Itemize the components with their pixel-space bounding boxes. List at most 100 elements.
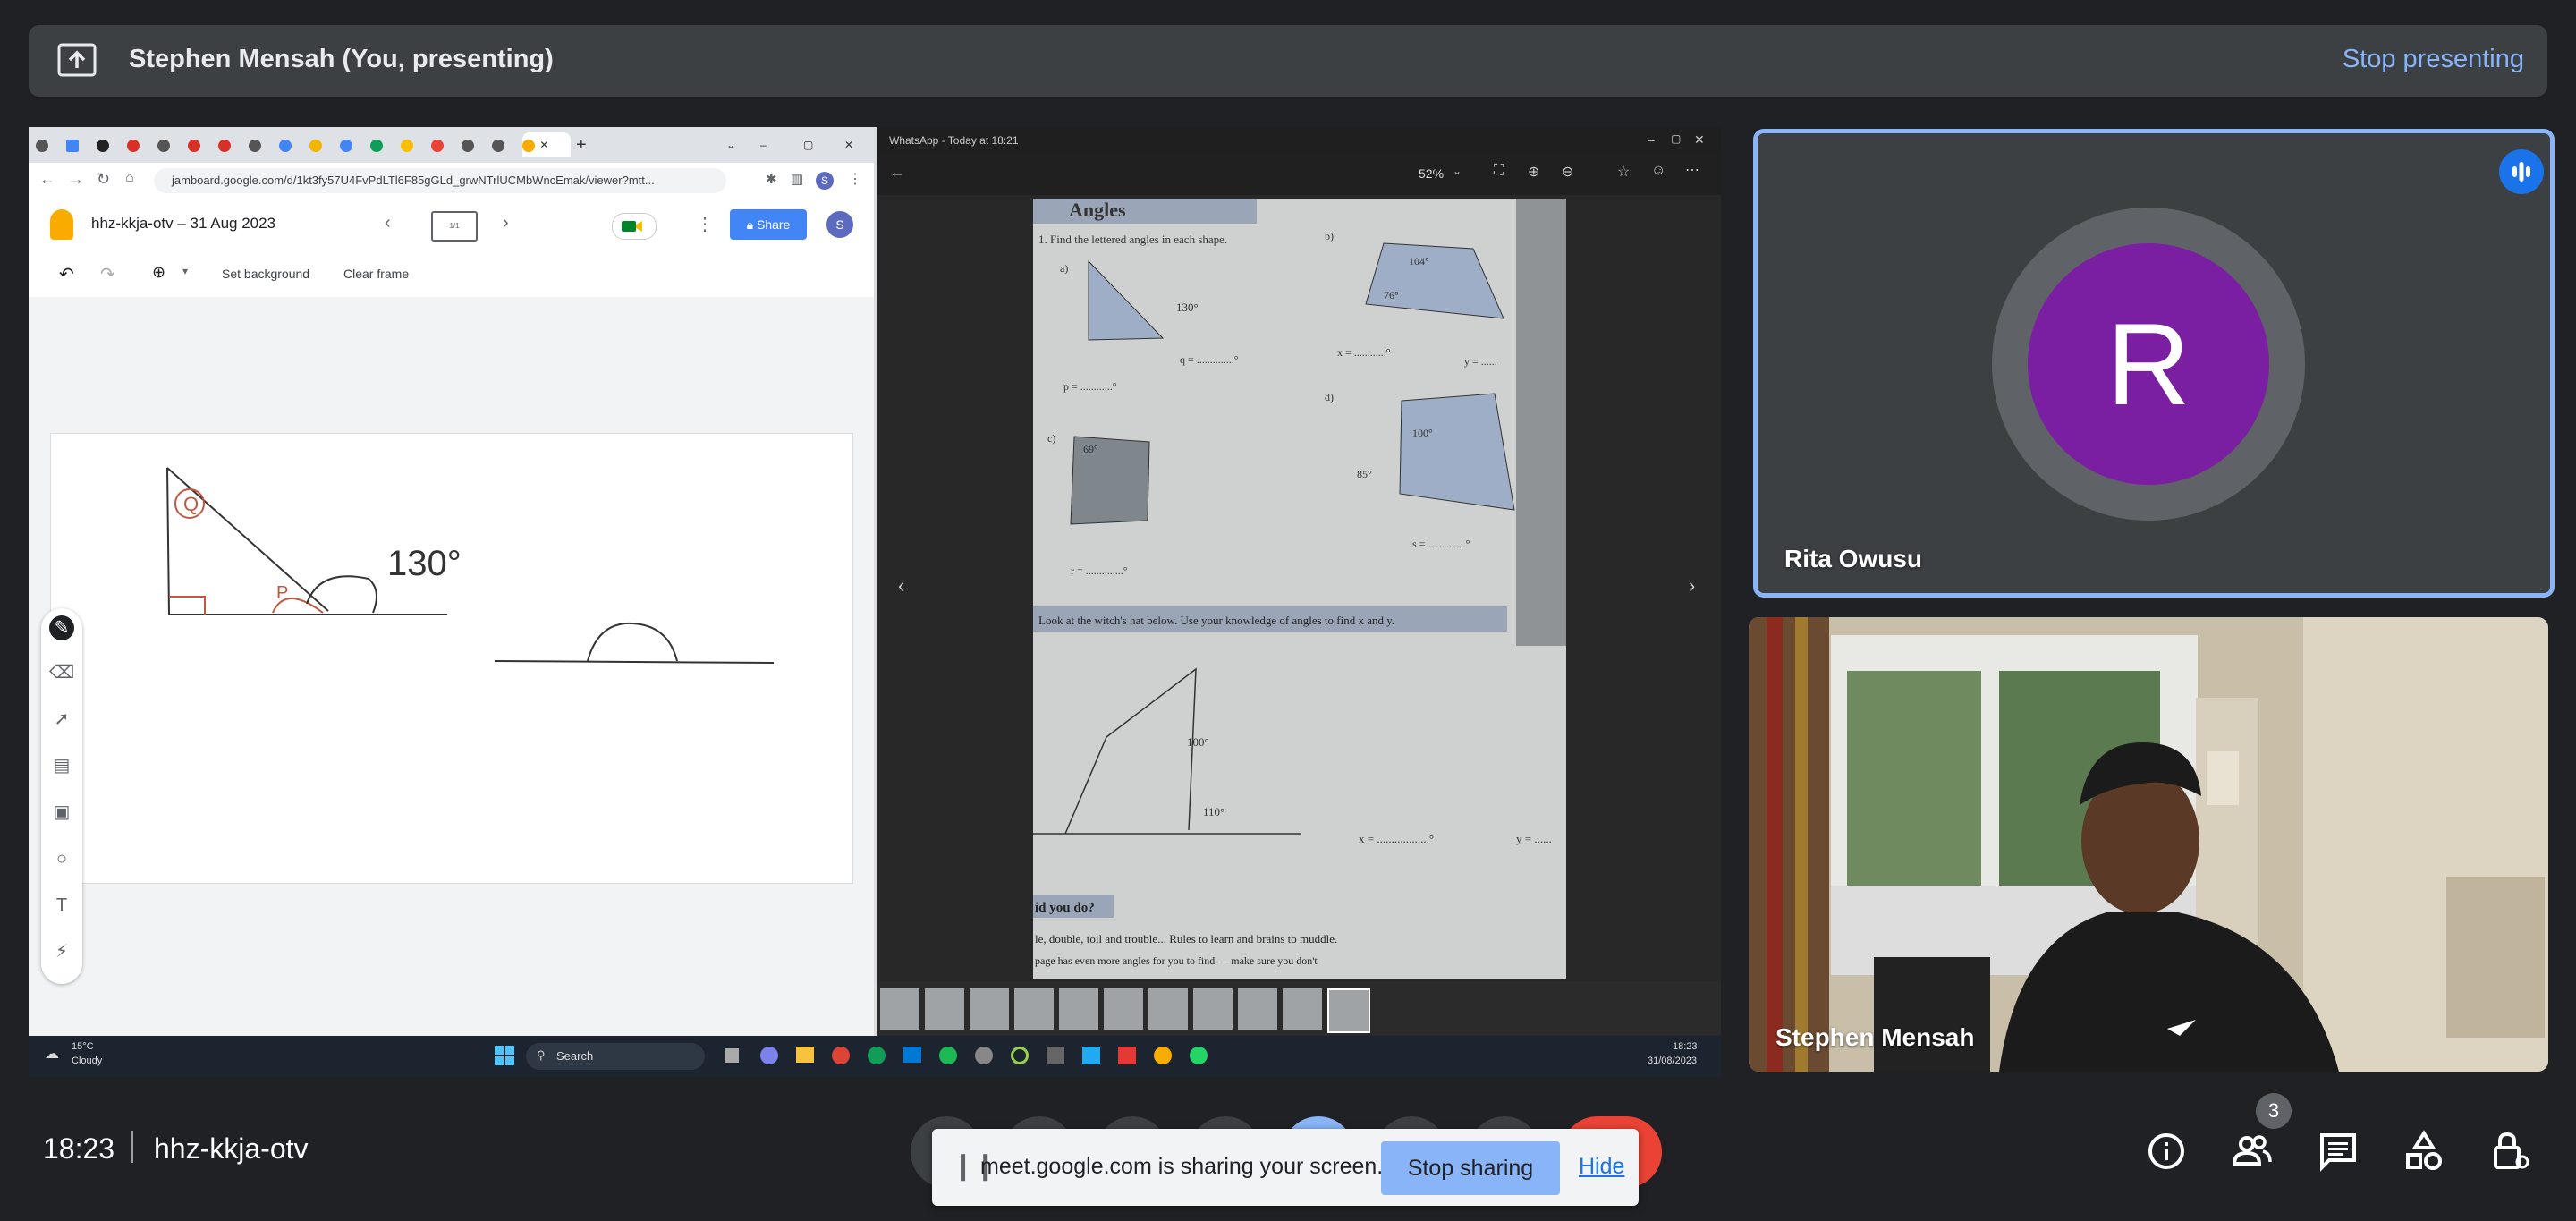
activities-icon[interactable] bbox=[2402, 1130, 2445, 1173]
user-avatar[interactable]: S bbox=[826, 211, 853, 238]
zoom-level[interactable]: 52% bbox=[1419, 166, 1444, 181]
browser-tab[interactable] bbox=[462, 132, 491, 157]
thumbnail[interactable] bbox=[1283, 988, 1322, 1030]
chrome-taskbar-icon[interactable] bbox=[832, 1047, 850, 1064]
browser-tab-active[interactable]: ✕ bbox=[522, 132, 571, 157]
task-view-icon[interactable] bbox=[724, 1048, 739, 1063]
vscode-icon[interactable] bbox=[1082, 1047, 1100, 1064]
edge-icon[interactable] bbox=[868, 1047, 886, 1064]
jam-more-icon[interactable]: ⋮ bbox=[696, 213, 714, 235]
start-icon[interactable] bbox=[494, 1045, 515, 1066]
browser-tab[interactable] bbox=[36, 132, 65, 157]
redo-icon[interactable]: ↷ bbox=[100, 263, 115, 285]
photos-icon[interactable] bbox=[1046, 1047, 1064, 1064]
stop-presenting-button[interactable]: Stop presenting bbox=[2343, 45, 2524, 74]
text-box-icon[interactable]: T bbox=[49, 893, 74, 918]
sticky-note-icon[interactable]: ▤ bbox=[49, 753, 74, 778]
settings-icon[interactable] bbox=[975, 1047, 993, 1064]
browser-tab[interactable] bbox=[97, 132, 126, 157]
browser-tab[interactable] bbox=[249, 132, 278, 157]
zoom-dropdown-icon[interactable]: ▾ bbox=[182, 265, 188, 277]
browser-tab[interactable] bbox=[127, 132, 157, 157]
sidepanel-icon[interactable]: ▥ bbox=[791, 171, 803, 187]
participant-tile-rita[interactable]: R Rita Owusu bbox=[1753, 129, 2555, 598]
extensions-icon[interactable]: ✱ bbox=[766, 171, 777, 187]
select-icon[interactable]: ➚ bbox=[49, 707, 74, 732]
participant-tile-stephen[interactable]: Stephen Mensah bbox=[1749, 617, 2548, 1072]
laser-icon[interactable]: ⚡︎ bbox=[49, 939, 74, 964]
thumbnail[interactable] bbox=[1059, 988, 1098, 1030]
browser-tab[interactable] bbox=[340, 132, 369, 157]
circle-icon[interactable]: ○ bbox=[49, 846, 74, 871]
new-tab-icon[interactable]: + bbox=[576, 132, 606, 157]
thumbnail[interactable] bbox=[1238, 988, 1277, 1030]
thumbnail[interactable] bbox=[1104, 988, 1143, 1030]
teams-icon[interactable] bbox=[760, 1047, 778, 1064]
eraser-icon[interactable]: ⌫ bbox=[49, 660, 74, 685]
xbox-icon[interactable] bbox=[1011, 1047, 1029, 1064]
next-image-icon[interactable]: › bbox=[1689, 574, 1695, 598]
spotify-icon[interactable] bbox=[939, 1047, 957, 1064]
jam-title[interactable]: hhz-kkja-otv – 31 Aug 2023 bbox=[91, 215, 275, 233]
host-controls-icon[interactable] bbox=[2488, 1130, 2531, 1173]
back-icon[interactable]: ← bbox=[39, 170, 55, 189]
viewer-more-icon[interactable]: ⋯ bbox=[1685, 161, 1699, 179]
home-icon[interactable]: ⌂ bbox=[125, 170, 134, 186]
browser-tab[interactable] bbox=[431, 132, 461, 157]
mail-icon[interactable] bbox=[903, 1047, 921, 1063]
emoji-icon[interactable]: ☺ bbox=[1651, 163, 1665, 179]
thumbnail[interactable] bbox=[925, 988, 964, 1030]
weather-icon[interactable]: ☁ bbox=[45, 1045, 59, 1063]
hide-notice-link[interactable]: Hide bbox=[1579, 1154, 1624, 1180]
chrome-menu-icon[interactable]: ⋮ bbox=[848, 170, 862, 188]
viewer-maximize-icon[interactable]: ▢ bbox=[1671, 132, 1681, 145]
whatsapp-icon[interactable] bbox=[1190, 1047, 1208, 1064]
pen-icon[interactable]: ✎ bbox=[49, 615, 74, 640]
thumbnail[interactable] bbox=[1193, 988, 1233, 1030]
chrome-alt-icon[interactable] bbox=[1154, 1047, 1172, 1064]
prev-frame-icon[interactable]: ‹ bbox=[385, 213, 391, 233]
browser-tab[interactable] bbox=[218, 132, 248, 157]
prev-image-icon[interactable]: ‹ bbox=[898, 574, 904, 598]
undo-icon[interactable]: ↶ bbox=[59, 263, 74, 285]
fit-icon[interactable]: ⛶ bbox=[1494, 163, 1504, 179]
profile-avatar[interactable]: S bbox=[816, 172, 834, 190]
meet-join-button[interactable] bbox=[612, 213, 657, 240]
star-icon[interactable]: ☆ bbox=[1617, 163, 1630, 181]
browser-tab[interactable] bbox=[157, 132, 187, 157]
browser-tab[interactable] bbox=[309, 132, 339, 157]
zoom-in-icon[interactable]: ⊕ bbox=[1528, 163, 1539, 181]
thumbnail[interactable] bbox=[880, 988, 919, 1030]
frame-bar-button[interactable]: 1/1 bbox=[431, 211, 478, 242]
viewer-back-icon[interactable]: ← bbox=[889, 163, 905, 182]
image-icon[interactable]: ▣ bbox=[49, 800, 74, 825]
youtube-icon[interactable] bbox=[1118, 1047, 1136, 1064]
zoom-out-icon[interactable]: ⊖ bbox=[1562, 163, 1573, 181]
jam-frame[interactable]: Q P 130° bbox=[50, 433, 853, 884]
taskbar-search[interactable]: ⚲ Search bbox=[526, 1043, 705, 1070]
browser-tab[interactable] bbox=[279, 132, 309, 157]
tab-search-icon[interactable]: ⌄ bbox=[726, 132, 756, 157]
people-icon[interactable] bbox=[2231, 1130, 2274, 1173]
browser-tab[interactable] bbox=[370, 132, 400, 157]
browser-tab[interactable] bbox=[66, 132, 96, 157]
browser-tab[interactable] bbox=[188, 132, 217, 157]
share-button[interactable]: 🔒︎ Share bbox=[730, 209, 807, 240]
viewer-minimize-icon[interactable]: – bbox=[1648, 132, 1655, 147]
minimize-icon[interactable]: – bbox=[760, 132, 790, 157]
browser-tab[interactable] bbox=[492, 132, 521, 157]
zoom-icon[interactable]: ⊕ bbox=[152, 263, 165, 282]
address-bar[interactable]: jamboard.google.com/d/1kt3fy57U4FvPdLTl6… bbox=[154, 168, 726, 193]
forward-icon[interactable]: → bbox=[68, 170, 84, 189]
clear-frame-button[interactable]: Clear frame bbox=[343, 267, 409, 281]
meeting-code[interactable]: hhz-kkja-otv bbox=[154, 1132, 309, 1166]
thumbnail-selected[interactable] bbox=[1327, 988, 1370, 1033]
zoom-dropdown-icon[interactable]: ⌄ bbox=[1453, 165, 1462, 177]
maximize-icon[interactable]: ▢ bbox=[803, 132, 833, 157]
chat-icon[interactable] bbox=[2317, 1130, 2360, 1173]
thumbnail[interactable] bbox=[1148, 988, 1188, 1030]
close-window-icon[interactable]: ✕ bbox=[844, 132, 874, 157]
info-icon[interactable] bbox=[2145, 1130, 2188, 1173]
stop-sharing-button[interactable]: Stop sharing bbox=[1381, 1141, 1560, 1195]
next-frame-icon[interactable]: › bbox=[503, 213, 509, 233]
